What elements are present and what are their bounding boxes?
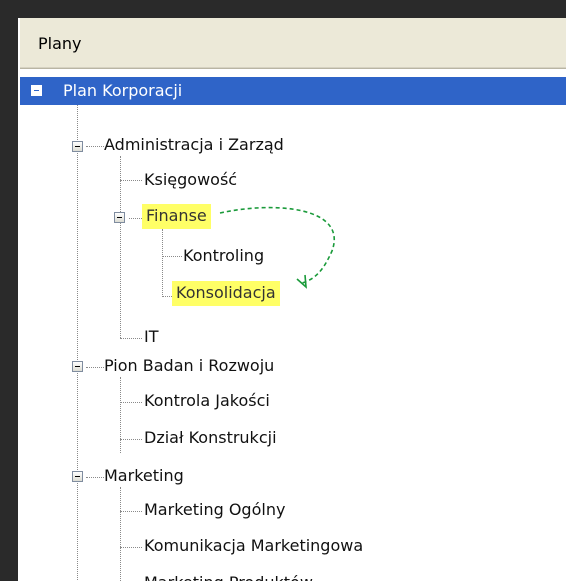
window-frame: Plany Plan Korporacji Administracja i Za… [0,0,566,581]
frame-left-border [0,0,18,581]
plans-tree[interactable]: Plan Korporacji Administracja i Zarząd K… [20,69,566,581]
panel-title: Plany [38,34,82,53]
move-annotation-arrow [219,206,335,289]
frame-top-border [0,0,566,18]
plans-panel: Plany Plan Korporacji Administracja i Za… [18,18,566,581]
panel-header: Plany [20,18,566,69]
